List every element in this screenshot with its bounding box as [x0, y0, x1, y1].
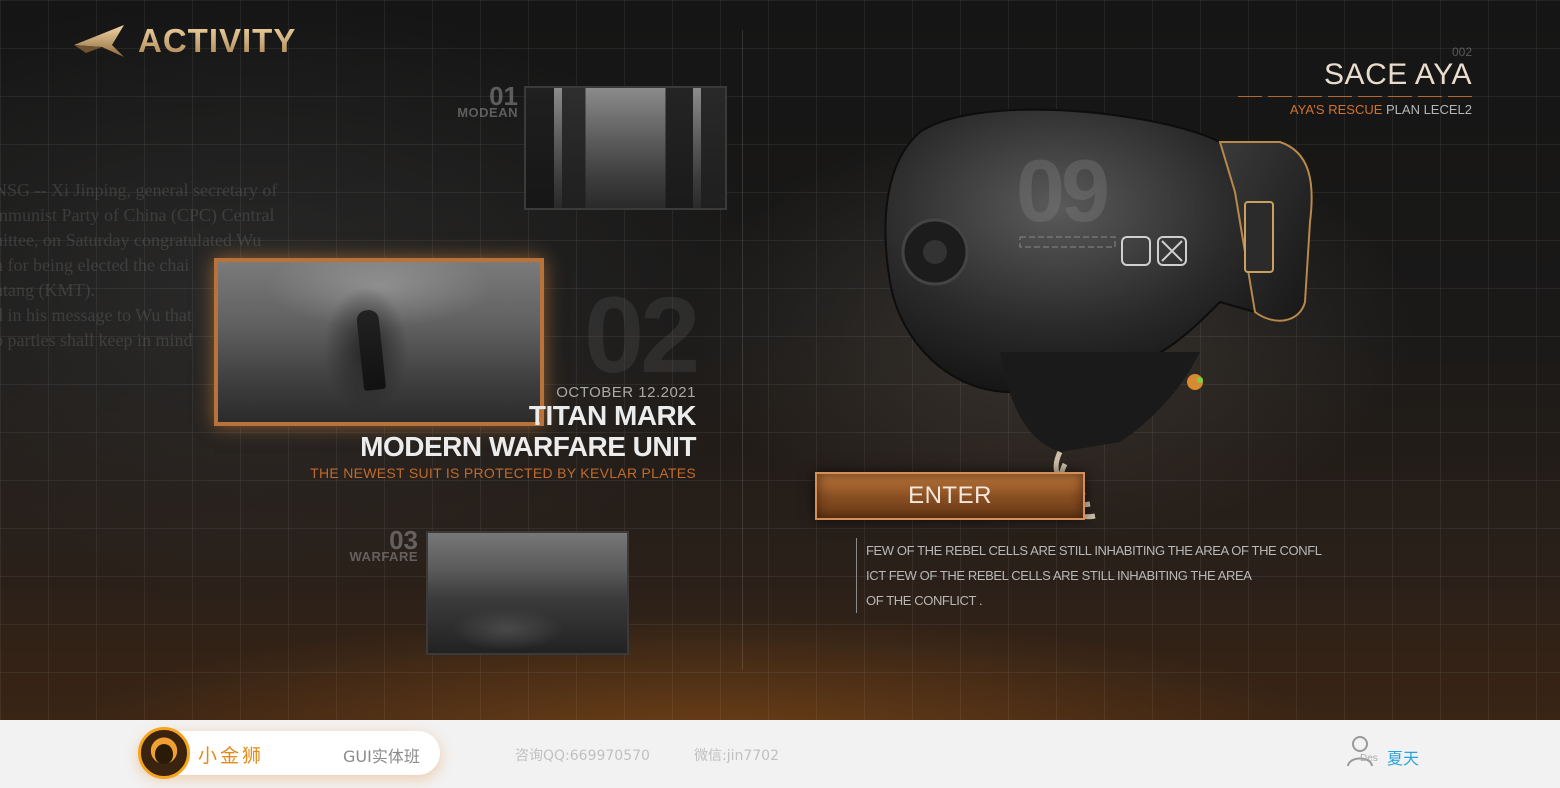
- featured-title-line2: MODERN WARFARE UNIT: [360, 431, 696, 462]
- page-title: ACTIVITY: [138, 22, 297, 59]
- featured-big-number: 02: [584, 274, 700, 395]
- plan-rest: PLAN LECEL2: [1382, 102, 1472, 117]
- gallery-label: MODEAN: [457, 105, 518, 120]
- description-line: OF THE CONFLICT .: [866, 593, 983, 608]
- lion-face: [155, 744, 173, 764]
- user-name[interactable]: 夏天: [1387, 745, 1419, 769]
- footer-bar: 小金狮 GUI实体班 咨询QQ:669970570 微信:jin7702 Des…: [0, 720, 1560, 788]
- featured-date: OCTOBER 12.2021: [556, 384, 696, 401]
- wing-arrow-icon: [74, 25, 124, 57]
- description-line: FEW OF THE REBEL CELLS ARE STILL INHABIT…: [866, 543, 1322, 558]
- city-ruins-image: [526, 88, 725, 208]
- gallery-thumb-03[interactable]: [426, 531, 629, 655]
- helmet-number: 09: [1016, 141, 1110, 240]
- featured-title-line1: TITAN MARK: [528, 400, 697, 431]
- center-divider: [742, 30, 743, 670]
- brand-course: GUI实体班: [343, 747, 420, 766]
- gallery-label: WARFARE: [349, 549, 418, 564]
- character-description: FEW OF THE REBEL CELLS ARE STILL INHABIT…: [856, 538, 1322, 613]
- news-line: nittee, on Saturday congratulated Wu: [0, 230, 262, 250]
- battlefield-ruins-image: [428, 533, 627, 653]
- lion-logo-icon: [138, 727, 190, 779]
- enter-button[interactable]: ENTER: [815, 472, 1085, 520]
- soldier-figure: [355, 309, 386, 391]
- news-line: NSG -- Xi Jinping, general secretary of: [0, 180, 278, 200]
- character-code: 002: [1451, 45, 1472, 59]
- contact-qq: 咨询QQ:669970570: [515, 748, 650, 764]
- contact-wechat: 微信:jin7702: [694, 748, 779, 764]
- brand-pill[interactable]: 小金狮 GUI实体班: [138, 727, 440, 779]
- brand-name: 小金狮: [198, 745, 265, 767]
- character-name: SACE AYA: [1324, 58, 1472, 91]
- description-line: ICT FEW OF THE REBEL CELLS ARE STILL INH…: [866, 568, 1252, 583]
- gallery-number-01: 01 MODEAN: [452, 82, 518, 120]
- activity-logo[interactable]: ACTIVITY: [72, 22, 296, 60]
- featured-subtitle: THE NEWEST SUIT IS PROTECTED BY KEVLAR P…: [310, 465, 696, 481]
- main-stage: NSG -- Xi Jinping, general secretary of …: [0, 0, 1560, 720]
- user-badge: Des: [1360, 753, 1378, 764]
- gallery-thumb-01[interactable]: [524, 86, 727, 210]
- gallery-number-03: 03 WARFARE: [340, 526, 419, 564]
- news-line: mmunist Party of China (CPC) Central: [0, 205, 275, 225]
- featured-info: OCTOBER 12.2021 TITAN MARK MODERN WARFAR…: [310, 384, 696, 481]
